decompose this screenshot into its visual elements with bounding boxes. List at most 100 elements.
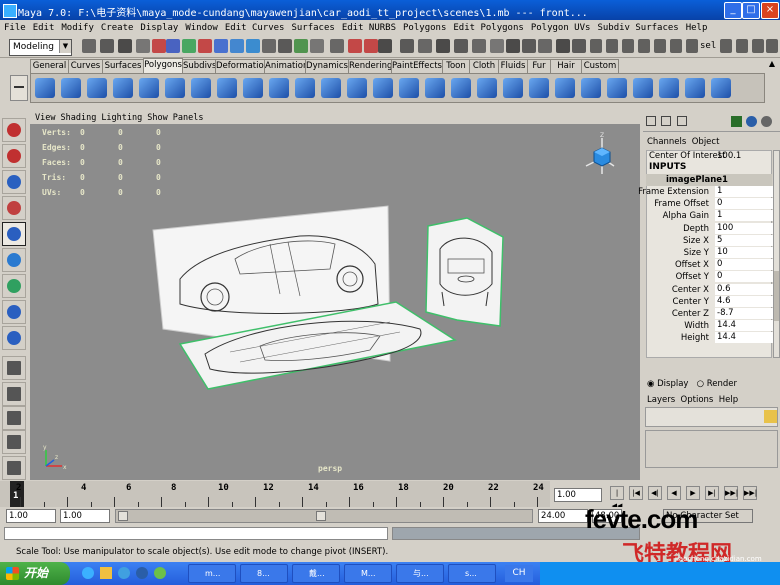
mel-command-input[interactable]: [4, 527, 388, 540]
channel-row[interactable]: Center Z -8.7: [647, 308, 775, 320]
menu-polygon-uvs[interactable]: Polygon UVs: [528, 20, 594, 36]
four-view-layout-icon[interactable]: [2, 382, 26, 406]
options-menu[interactable]: Options: [681, 395, 714, 405]
render-radio-icon[interactable]: ○: [697, 379, 704, 389]
channel-row[interactable]: Width 14.4: [647, 320, 775, 332]
outliner-layout-icon[interactable]: [2, 406, 26, 430]
menu-subdiv-surfaces[interactable]: Subdiv Surfaces: [594, 20, 681, 36]
polygon-shelf-tool-icon[interactable]: [451, 78, 471, 98]
shelf-tab-painteffects[interactable]: PaintEffects: [391, 59, 443, 73]
range-slider[interactable]: [115, 509, 533, 523]
tool-settings-layout-icon[interactable]: [677, 116, 687, 126]
taskbar-window-button[interactable]: 戴...: [292, 564, 340, 583]
status-tool-icon[interactable]: [752, 39, 764, 53]
shelf-tab-curves[interactable]: Curves: [68, 59, 103, 73]
help-menu[interactable]: Help: [719, 395, 738, 405]
status-tool-icon[interactable]: [436, 39, 450, 53]
menu-modify[interactable]: Modify: [58, 20, 97, 36]
folder-icon[interactable]: [100, 567, 112, 579]
render-icon[interactable]: [746, 116, 757, 127]
lasso-tool-icon[interactable]: [2, 144, 26, 168]
polygon-shelf-tool-icon[interactable]: [269, 78, 289, 98]
channel-box-layout-icon[interactable]: [646, 116, 656, 126]
shelf-tab-subdivs[interactable]: Subdivs: [182, 59, 216, 73]
status-tool-icon[interactable]: [166, 39, 180, 53]
start-button[interactable]: 开始: [0, 562, 70, 585]
time-slider[interactable]: 1 2 4 6 8 10 12 14 16 18 20 22 24: [0, 481, 550, 507]
app-icon[interactable]: [154, 567, 166, 579]
polygon-shelf-tool-icon[interactable]: [243, 78, 263, 98]
status-tool-icon[interactable]: [364, 39, 378, 53]
channels-menu[interactable]: Channels: [647, 137, 686, 147]
taskbar-window-button[interactable]: m...: [188, 564, 236, 583]
channel-row[interactable]: Center X 0.6: [647, 283, 775, 296]
show-manip-icon[interactable]: [2, 326, 26, 350]
polygon-shelf-tool-icon[interactable]: [711, 78, 731, 98]
channel-box-scrollbar[interactable]: [773, 150, 780, 358]
status-tool-icon[interactable]: [182, 39, 196, 53]
channel-value[interactable]: 1: [715, 210, 775, 222]
shelf-options-button[interactable]: [10, 75, 28, 101]
move-tool-icon[interactable]: [2, 196, 26, 220]
minimize-button[interactable]: _: [724, 2, 742, 19]
shelf-tab-fur[interactable]: Fur: [527, 59, 551, 73]
hypershade-layout-icon[interactable]: [2, 456, 26, 480]
status-tool-icon[interactable]: [230, 39, 244, 53]
menu-display[interactable]: Display: [137, 20, 181, 36]
polygon-shelf-tool-icon[interactable]: [659, 78, 679, 98]
polygon-shelf-tool-icon[interactable]: [425, 78, 445, 98]
channel-row[interactable]: Alpha Gain 1: [647, 210, 775, 222]
range-start-handle[interactable]: [118, 511, 128, 521]
status-tool-icon[interactable]: [556, 39, 570, 53]
polygon-shelf-tool-icon[interactable]: [529, 78, 549, 98]
layers-menu[interactable]: Layers: [647, 395, 675, 405]
menu-create[interactable]: Create: [98, 20, 137, 36]
shelf-tab-fluids[interactable]: Fluids: [498, 59, 528, 73]
taskbar-window-button[interactable]: 8...: [240, 564, 288, 583]
playback-end-field[interactable]: 24.00: [538, 509, 588, 523]
polygon-shelf-tool-icon[interactable]: [139, 78, 159, 98]
status-tool-icon[interactable]: [538, 39, 552, 53]
status-tool-icon[interactable]: [472, 39, 486, 53]
status-tool-icon[interactable]: [198, 39, 212, 53]
go-to-end-icon[interactable]: ▶▶|: [743, 486, 757, 500]
step-back-key-icon[interactable]: |◀: [629, 486, 643, 500]
menu-help[interactable]: Help: [683, 20, 711, 36]
scale-tool-icon[interactable]: [2, 248, 26, 272]
status-tool-icon[interactable]: [720, 39, 732, 53]
status-tool-icon[interactable]: [736, 39, 748, 53]
status-tool-icon[interactable]: [590, 39, 602, 53]
menu-edit-nurbs[interactable]: Edit NURBS: [339, 20, 399, 36]
maximize-button[interactable]: □: [742, 2, 760, 19]
scrollbar-thumb[interactable]: [774, 271, 779, 321]
polygon-shelf-tool-icon[interactable]: [321, 78, 341, 98]
polygon-shelf-tool-icon[interactable]: [61, 78, 81, 98]
shelf-tab-hair[interactable]: Hair: [550, 59, 582, 73]
channel-value[interactable]: 100: [715, 222, 775, 234]
shelf-menu-icon[interactable]: ▲: [767, 59, 777, 71]
channel-row-center-of-interest[interactable]: Center Of Interest 100.1: [647, 150, 773, 162]
polygon-shelf-tool-icon[interactable]: [35, 78, 55, 98]
step-forward-key-icon[interactable]: ▶▶|: [724, 486, 738, 500]
shelf-tab-animation[interactable]: Animation: [264, 59, 308, 73]
channel-value[interactable]: 4.6: [715, 295, 775, 307]
polygon-shelf-tool-icon[interactable]: [191, 78, 211, 98]
menu-edit[interactable]: Edit: [30, 20, 58, 36]
status-tool-icon[interactable]: [418, 39, 432, 53]
viewport-menu-view[interactable]: View: [35, 113, 55, 123]
single-layout-icon[interactable]: [2, 356, 26, 380]
polygon-shelf-tool-icon[interactable]: [555, 78, 575, 98]
status-tool-icon[interactable]: [310, 39, 324, 53]
status-tool-icon[interactable]: [100, 39, 114, 53]
polygon-shelf-tool-icon[interactable]: [633, 78, 653, 98]
channel-row[interactable]: Frame Offset 0: [647, 198, 775, 210]
shelf-tab-general[interactable]: General: [30, 59, 69, 73]
shelf-tab-polygons[interactable]: Polygons: [143, 58, 183, 74]
status-tool-icon[interactable]: [572, 39, 586, 53]
status-tool-icon[interactable]: [278, 39, 292, 53]
polygon-shelf-tool-icon[interactable]: [347, 78, 367, 98]
sphere-icon[interactable]: [761, 116, 772, 127]
polygon-shelf-tool-icon[interactable]: [295, 78, 315, 98]
channel-value[interactable]: 14.4: [715, 320, 775, 332]
current-time-field[interactable]: 1.00: [554, 488, 602, 502]
